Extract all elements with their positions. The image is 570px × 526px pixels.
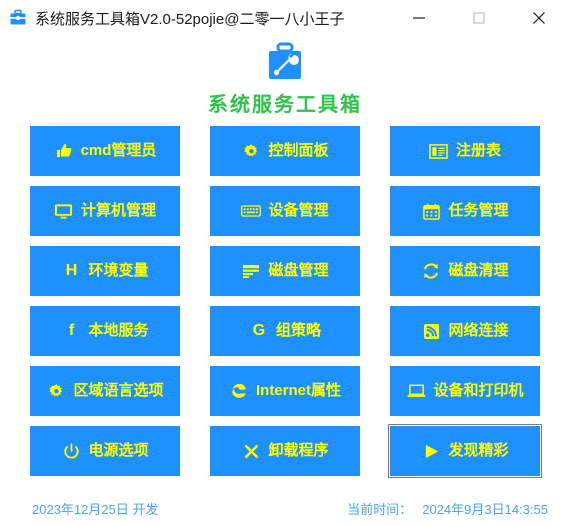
- app-header: 系统服务工具箱: [0, 36, 570, 117]
- tool-button-grid: cmd管理员 控制面板 注册表 计算机管理 设备管理 任务管理 H 环境变量 磁…: [30, 126, 542, 478]
- close-icon: [531, 10, 547, 26]
- tool-button-power-options[interactable]: 电源选项: [30, 426, 180, 476]
- tool-button-label: 设备和打印机: [433, 382, 524, 399]
- tool-button-local-services[interactable]: f 本地服务: [30, 306, 180, 356]
- current-time-area: 当前时间： 2024年9月3日14:3:55: [347, 499, 548, 518]
- letter-f-icon: f: [68, 322, 75, 339]
- toolbox-icon: [9, 9, 27, 27]
- cross-icon: [241, 441, 261, 461]
- disk-bars-icon: [241, 261, 261, 281]
- tool-button-label: 控制面板: [268, 142, 329, 159]
- minimize-icon: [412, 11, 426, 25]
- tool-button-registry[interactable]: 注册表: [390, 126, 540, 176]
- power-icon: [61, 441, 81, 461]
- current-time-label: 当前时间：: [347, 501, 413, 517]
- tool-button-disk-management[interactable]: 磁盘管理: [210, 246, 360, 296]
- tool-button-label: 区域语言选项: [73, 382, 164, 399]
- tool-button-region-language[interactable]: 区域语言选项: [30, 366, 180, 416]
- tool-button-network-connections[interactable]: 网络连接: [390, 306, 540, 356]
- tool-button-label: 注册表: [455, 142, 501, 159]
- gear-icon: [241, 141, 261, 161]
- tool-button-label: 设备管理: [268, 202, 329, 219]
- tool-button-label: 磁盘清理: [448, 262, 509, 279]
- toolbox-wrench-logo: [258, 42, 312, 90]
- tool-button-task-manager[interactable]: 任务管理: [390, 186, 540, 236]
- letter-g-icon: G: [252, 322, 266, 339]
- tool-button-label: 组策略: [275, 322, 321, 339]
- page-title: 系统服务工具箱: [208, 94, 362, 116]
- window-controls: [396, 0, 570, 36]
- tool-button-label: 任务管理: [448, 202, 509, 219]
- tool-button-uninstall-programs[interactable]: 卸载程序: [210, 426, 360, 476]
- maximize-button[interactable]: [456, 0, 502, 36]
- calendar-icon: [421, 201, 441, 221]
- keyboard-icon: [241, 201, 262, 221]
- laptop-icon: [406, 381, 426, 401]
- current-time-value: 2024年9月3日14:3:55: [422, 501, 548, 517]
- tool-button-control-panel[interactable]: 控制面板: [210, 126, 360, 176]
- tool-button-label: 发现精彩: [448, 442, 509, 459]
- maximize-icon: [472, 11, 486, 25]
- tool-button-label: 环境变量: [88, 262, 149, 279]
- tool-button-computer-management[interactable]: 计算机管理: [30, 186, 180, 236]
- gear-icon: [46, 381, 66, 401]
- tool-button-label: 卸载程序: [268, 442, 329, 459]
- refresh-icon: [421, 261, 441, 281]
- tool-button-label: 网络连接: [448, 322, 509, 339]
- letter-h-icon: H: [65, 262, 78, 279]
- tool-button-label: 计算机管理: [80, 202, 156, 219]
- close-button[interactable]: [516, 0, 562, 36]
- tool-button-label: 电源选项: [88, 442, 149, 459]
- monitor-icon: [54, 201, 74, 221]
- minimize-button[interactable]: [396, 0, 442, 36]
- build-info: 2023年12月25日 开发: [32, 501, 159, 517]
- edge-browser-icon: [229, 381, 249, 401]
- play-triangle-icon: [421, 441, 441, 461]
- tool-button-devices-printers[interactable]: 设备和打印机: [390, 366, 540, 416]
- tool-button-environment-variables[interactable]: H 环境变量: [30, 246, 180, 296]
- tool-button-cmd-admin[interactable]: cmd管理员: [30, 126, 180, 176]
- thumbs-up-icon: [54, 141, 74, 161]
- tool-button-internet-options[interactable]: Internet属性: [210, 366, 360, 416]
- tool-button-label: 本地服务: [88, 322, 149, 339]
- registry-book-icon: [429, 141, 449, 161]
- rss-signal-icon: [421, 321, 441, 341]
- tool-button-device-manager[interactable]: 设备管理: [210, 186, 360, 236]
- status-bar: 2023年12月25日 开发 当前时间： 2024年9月3日14:3:55: [0, 490, 570, 526]
- tool-button-discover[interactable]: 发现精彩: [388, 424, 542, 478]
- window-titlebar: 系统服务工具箱V2.0-52pojie@二零一八小王子: [0, 0, 570, 36]
- tool-button-label: Internet属性: [255, 382, 341, 399]
- window-title: 系统服务工具箱V2.0-52pojie@二零一八小王子: [35, 10, 345, 28]
- tool-button-group-policy[interactable]: G 组策略: [210, 306, 360, 356]
- tool-button-label: 磁盘管理: [268, 262, 329, 279]
- tool-button-label: cmd管理员: [80, 142, 157, 159]
- tool-button-disk-cleanup[interactable]: 磁盘清理: [390, 246, 540, 296]
